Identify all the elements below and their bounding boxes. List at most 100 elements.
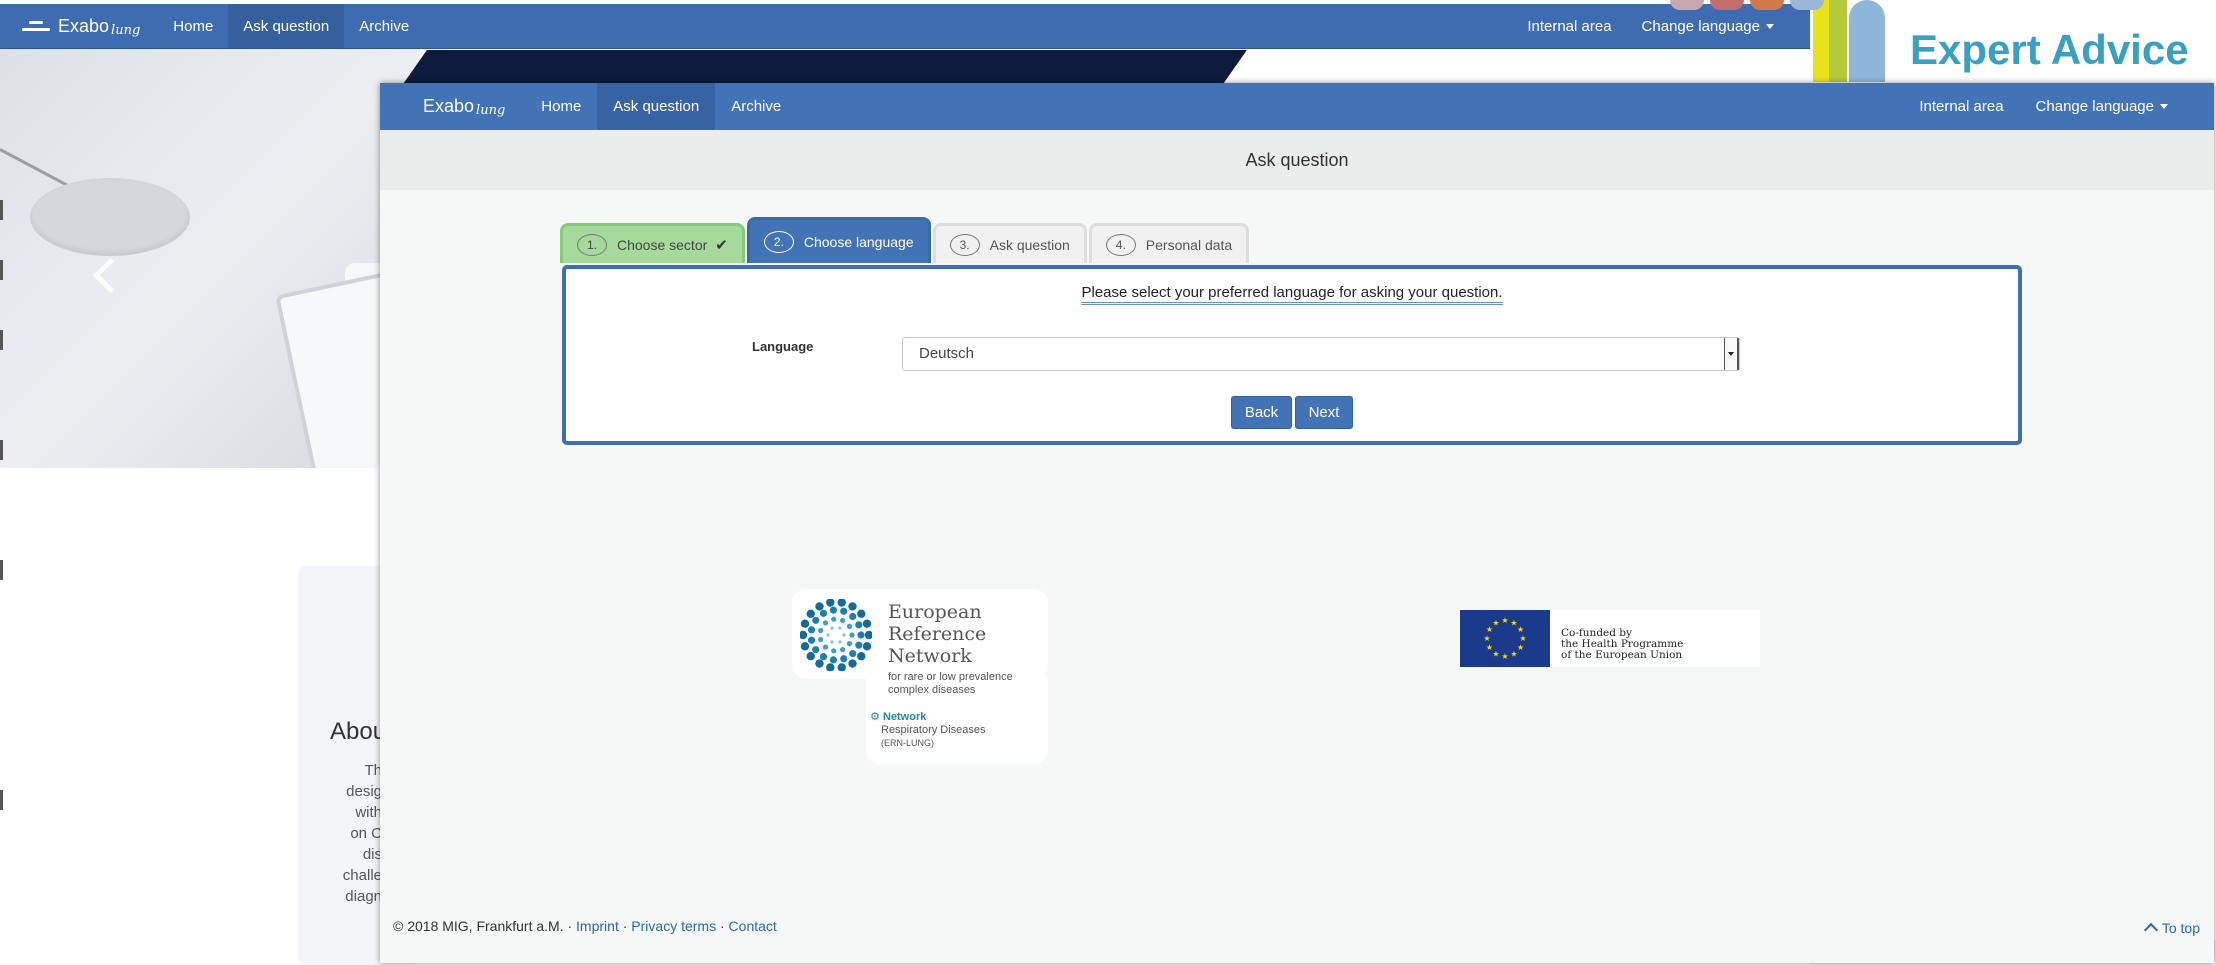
step-choose-language[interactable]: 2. Choose language — [746, 217, 931, 263]
about-title: Abou — [330, 718, 387, 745]
brand-sub: lung — [476, 103, 506, 118]
logo-dot — [1750, 0, 1784, 10]
nav-change-language[interactable]: Change language — [1627, 4, 1810, 48]
footer: © 2018 MIG, Frankfurt a.M. · Imprint · P… — [393, 918, 777, 934]
change-language-label: Change language — [1641, 17, 1760, 35]
about-line: challe — [342, 867, 382, 884]
nav-internal-area[interactable]: Internal area — [1903, 83, 2019, 130]
ern-lung-logo[interactable]: European Reference Network for rare or l… — [792, 589, 1048, 764]
svg-text:★: ★ — [1492, 618, 1499, 627]
svg-text:★: ★ — [1517, 643, 1524, 652]
ern-title-line: European — [888, 601, 982, 623]
step-label: Ask question — [989, 236, 1070, 253]
svg-text:★: ★ — [1510, 650, 1517, 659]
logo-bar — [1813, 0, 1829, 82]
select-arrow-icon[interactable] — [1724, 338, 1739, 370]
nav-internal-area[interactable]: Internal area — [1512, 4, 1626, 48]
step-label: Personal data — [1145, 236, 1233, 253]
form-prompt-text: Please select your preferred language fo… — [1081, 284, 1503, 305]
background-navbar: Exabo lung Home Ask question Archive Int… — [0, 4, 1810, 49]
eu-line: of the European Union — [1561, 649, 1683, 661]
hero-banner-strip — [403, 50, 1247, 84]
form-prompt: Please select your preferred language fo… — [566, 284, 2018, 305]
step-number: 4. — [1105, 233, 1136, 256]
lamp-plate — [30, 178, 190, 256]
ern-dots-icon — [800, 599, 872, 671]
nav-ask-question[interactable]: Ask question — [597, 83, 716, 130]
ern-network-line: Respiratory Diseases — [881, 724, 986, 736]
logo-dot — [1710, 0, 1744, 10]
eu-text: Co-funded by the Health Programme of the… — [1561, 628, 1683, 661]
left-edge-mark — [0, 440, 3, 460]
brand-logo[interactable]: Exabo lung — [0, 4, 158, 48]
step-number: 3. — [949, 233, 980, 256]
contact-link[interactable]: Contact — [729, 918, 777, 934]
to-top-link[interactable]: To top — [2143, 920, 2200, 938]
nav-change-language[interactable]: Change language — [2020, 83, 2214, 130]
step-ask-question[interactable]: 3. Ask question — [932, 223, 1087, 263]
nav-home[interactable]: Home — [525, 83, 597, 130]
navbar: Exabo lung Home Ask question Archive Int… — [380, 83, 2214, 130]
browser-window: Exabo lung Home Ask question Archive Int… — [380, 83, 2214, 963]
svg-text:★: ★ — [1501, 652, 1508, 661]
language-select[interactable]: Deutsch — [902, 337, 1740, 371]
about-line: on C — [350, 825, 382, 842]
nav-archive[interactable]: Archive — [344, 4, 424, 48]
logo-bar — [1829, 0, 1847, 82]
left-edge-mark — [0, 260, 3, 280]
svg-text:★: ★ — [1517, 625, 1524, 634]
step-personal-data[interactable]: 4. Personal data — [1088, 223, 1250, 263]
eu-health-programme-logo[interactable]: ★ ★ ★ ★ ★ ★ ★ ★ ★ ★ ★ ★ Co-funded by the Health Pro… — [1460, 610, 1760, 667]
language-form-panel: Please select your preferred language fo… — [562, 265, 2022, 445]
wizard-steps: 1. Choose sector ✔ 2. Choose language 3.… — [560, 217, 1250, 263]
step-number: 1. — [577, 233, 607, 256]
footer-separator: · — [618, 918, 632, 934]
ern-sub-line: complex diseases — [888, 684, 976, 696]
svg-text:★: ★ — [1501, 616, 1508, 625]
step-label: Choose language — [803, 233, 914, 250]
about-line: desig — [346, 783, 382, 800]
svg-text:★: ★ — [1492, 650, 1499, 659]
check-icon: ✔ — [715, 236, 728, 254]
logo-dot — [1670, 0, 1704, 10]
ern-title: European Reference Network — [888, 601, 986, 667]
svg-text:★: ★ — [1486, 643, 1493, 652]
step-choose-sector[interactable]: 1. Choose sector ✔ — [560, 223, 745, 263]
logo-dot — [1790, 0, 1824, 10]
copyright: © 2018 MIG, Frankfurt a.M. · — [393, 918, 577, 934]
left-edge-mark — [0, 790, 3, 810]
left-edge-mark — [0, 200, 3, 220]
about-line: with — [355, 804, 382, 821]
nav-archive[interactable]: Archive — [715, 83, 797, 130]
left-edge-mark — [0, 330, 3, 350]
ern-sub-line: for rare or low prevalence — [888, 671, 1013, 683]
language-select-value: Deutsch — [919, 345, 975, 362]
next-button[interactable]: Next — [1295, 396, 1353, 429]
ern-network: ⚙ Network Respiratory Diseases (ERN-LUNG… — [870, 711, 986, 750]
brand-name: Exabo — [58, 15, 110, 36]
imprint-link[interactable]: Imprint — [576, 918, 619, 934]
brand-name: Exabo — [423, 96, 475, 116]
to-top-label: To top — [2161, 920, 2200, 936]
hero-carousel — [0, 48, 420, 468]
ern-network-label: Network — [882, 711, 927, 723]
chevron-left-icon[interactable] — [92, 257, 129, 294]
expert-advice-title: Expert Advice — [1910, 26, 2189, 73]
nav-ask-question[interactable]: Ask question — [228, 4, 345, 48]
back-button[interactable]: Back — [1231, 396, 1292, 429]
about-line: dis — [362, 846, 382, 863]
left-edge-mark — [0, 560, 3, 580]
privacy-terms-link[interactable]: Privacy terms — [631, 918, 716, 934]
change-language-label: Change language — [2035, 98, 2154, 115]
step-number: 2. — [763, 230, 794, 253]
caret-down-icon — [2160, 104, 2168, 109]
about-line: Th — [364, 762, 382, 779]
svg-text:★: ★ — [1519, 634, 1526, 643]
svg-text:★: ★ — [1483, 634, 1490, 643]
brand-logo[interactable]: Exabo lung — [380, 83, 525, 130]
step-label: Choose sector — [617, 236, 708, 253]
nav-home[interactable]: Home — [158, 4, 228, 48]
chevron-up-icon — [2143, 922, 2158, 938]
network-gear-icon: ⚙ — [870, 711, 880, 723]
brand-sub: lung — [111, 22, 141, 38]
